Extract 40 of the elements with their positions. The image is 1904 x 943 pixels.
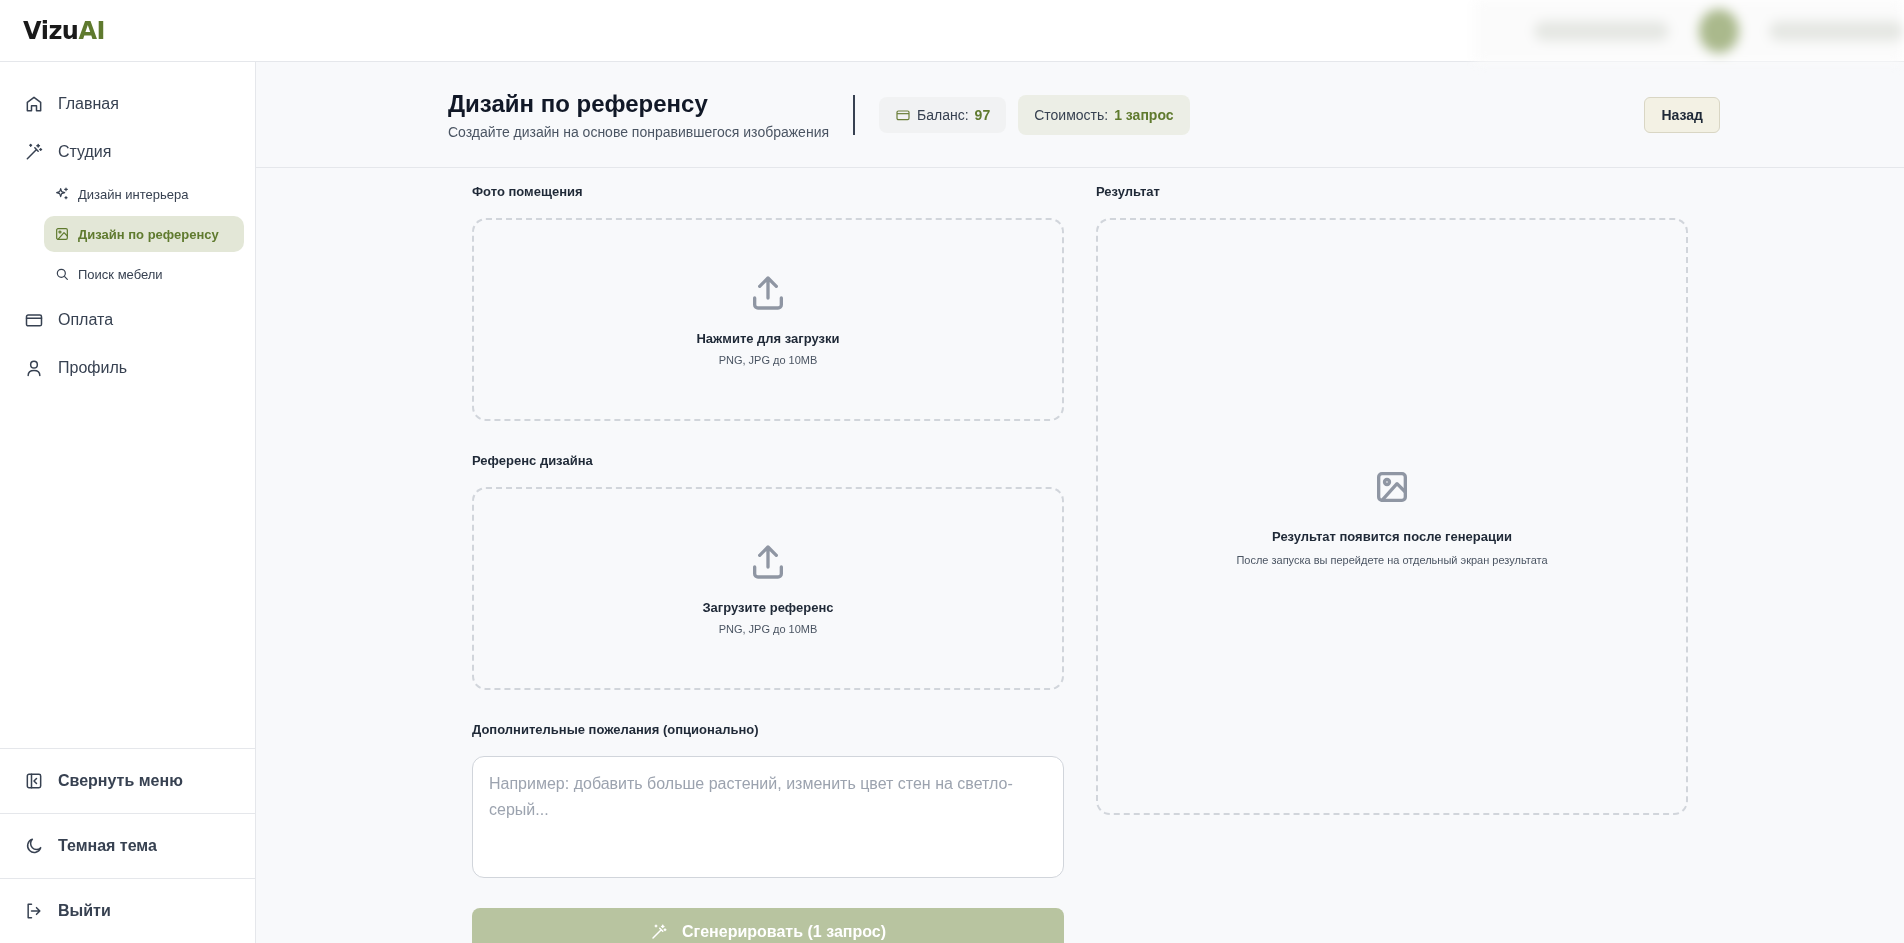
sidebar-subitem[interactable]: Поиск мебели bbox=[44, 256, 244, 292]
sidebar-action[interactable]: Выйти bbox=[0, 878, 255, 943]
upload-hint: PNG, JPG до 10MB bbox=[718, 354, 818, 366]
field-label: Референс дизайна bbox=[472, 452, 594, 470]
home-icon bbox=[24, 94, 44, 114]
balance-label: Баланс: bbox=[917, 106, 969, 123]
sidebar-action[interactable]: Свернуть меню bbox=[0, 748, 255, 813]
sidebar-subitem[interactable]: Дизайн интерьера bbox=[44, 176, 244, 212]
result-hint: После запуска вы перейдете на отдельный экран результата bbox=[1236, 554, 1548, 566]
result-title: Результат появится после генерации bbox=[1272, 529, 1512, 544]
cost-label: Стоимость: bbox=[1034, 106, 1109, 123]
sidebar-subitem[interactable]: Дизайн по референсу bbox=[44, 216, 244, 252]
field-label: Фото помещения bbox=[472, 183, 584, 201]
wishes-field[interactable]: Например: добавить больше растений, изменить цвет стен на светло-серый... bbox=[472, 756, 1064, 878]
page-title: Дизайн по референсу bbox=[448, 89, 709, 118]
back-button[interactable]: Назад bbox=[1644, 96, 1720, 133]
upload-hint: PNG, JPG до 10MB bbox=[718, 623, 818, 635]
sidebar-action[interactable]: Темная тема bbox=[0, 813, 255, 878]
page-subtitle: Создайте дизайн на основе понравившегося изображения bbox=[448, 123, 830, 140]
image-icon bbox=[54, 226, 70, 242]
upload-dropzone[interactable]: Нажмите для загрузки PNG, JPG до 10MB bbox=[472, 218, 1064, 421]
field-label: Результат bbox=[1096, 183, 1161, 201]
sidebar-item[interactable]: Студия bbox=[12, 128, 243, 176]
sparkles-icon bbox=[54, 186, 70, 202]
sidebar-item[interactable]: Профиль bbox=[12, 344, 243, 392]
upload-title: Нажмите для загрузки bbox=[696, 331, 840, 346]
collapse-icon bbox=[24, 771, 44, 791]
upload-title: Загрузите референс bbox=[702, 600, 834, 615]
upload-dropzone[interactable]: Загрузите референс PNG, JPG до 10MB bbox=[472, 487, 1064, 690]
magic-wand-icon bbox=[24, 142, 44, 162]
sidebar-item[interactable]: Главная bbox=[12, 80, 243, 128]
moon-icon bbox=[24, 836, 44, 856]
cost-value: 1 запрос bbox=[1114, 106, 1174, 123]
user-icon bbox=[24, 358, 44, 378]
logo: VizuAI bbox=[23, 16, 105, 45]
sidebar-item[interactable]: Оплата bbox=[12, 296, 243, 344]
search-icon bbox=[54, 266, 70, 282]
field-label: Дополнительные пожелания (опционально) bbox=[472, 721, 760, 739]
magic-wand-icon bbox=[650, 923, 668, 941]
balance-value: 97 bbox=[974, 106, 991, 123]
